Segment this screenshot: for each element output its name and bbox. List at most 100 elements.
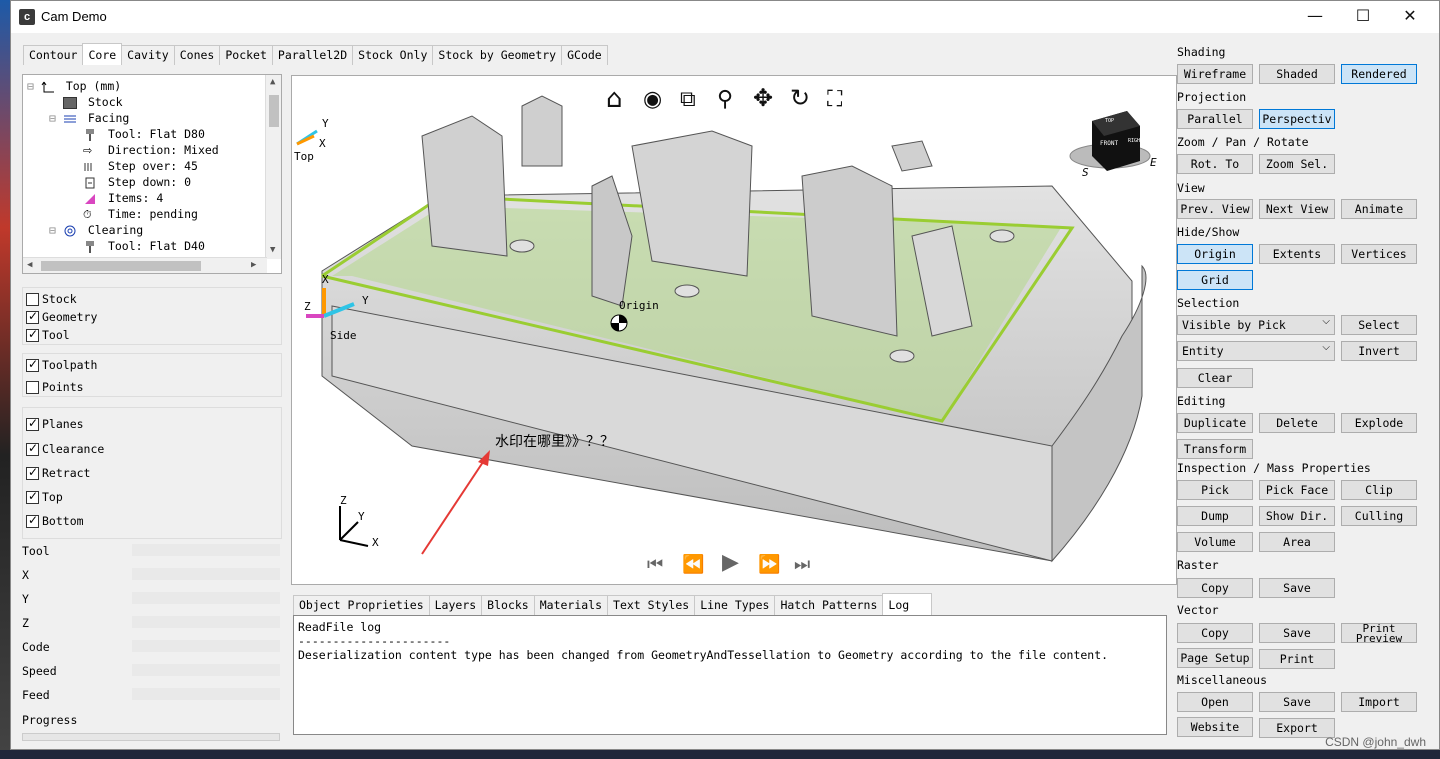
pan-icon[interactable]: ✥ — [753, 84, 773, 112]
tab-cavity[interactable]: Cavity — [121, 45, 175, 65]
vector-save-button[interactable]: Save — [1259, 623, 1335, 643]
operation-tree[interactable]: ⊟ Top (mm) Stock ⊟ Facing Tool: Flat D80… — [22, 74, 282, 274]
checkbox-box[interactable] — [26, 513, 39, 528]
checkbox-box[interactable] — [26, 465, 39, 480]
invert-button[interactable]: Invert — [1341, 341, 1417, 361]
website-button[interactable]: Website — [1177, 717, 1253, 737]
vector-copy-button[interactable]: Copy — [1177, 623, 1253, 643]
select-button[interactable]: Select — [1341, 315, 1417, 335]
checkbox-box[interactable] — [26, 489, 39, 504]
tab-parallel2d[interactable]: Parallel2D — [271, 45, 354, 65]
checkbox-box[interactable] — [26, 441, 39, 456]
tree-horizontal-scrollbar[interactable]: ◀ ▶ — [23, 257, 267, 273]
checkbox-points[interactable]: Points — [26, 379, 84, 395]
export-button[interactable]: Export — [1259, 718, 1335, 738]
tab-contour[interactable]: Contour — [23, 45, 84, 65]
tab-log[interactable]: Log — [882, 593, 933, 615]
eye-icon[interactable]: ◉ — [643, 87, 662, 112]
culling-button[interactable]: Culling — [1341, 506, 1417, 526]
tab-hatch-patterns[interactable]: Hatch Patterns — [774, 595, 884, 615]
tab-text-styles[interactable]: Text Styles — [607, 595, 696, 615]
duplicate-button[interactable]: Duplicate — [1177, 413, 1253, 433]
checkbox-box[interactable] — [26, 327, 39, 342]
tree-item-step-over[interactable]: Step over: 45 — [83, 159, 198, 174]
tab-materials[interactable]: Materials — [533, 595, 609, 615]
checkbox-box[interactable] — [26, 292, 39, 306]
tree-item-tool-d40[interactable]: Tool: Flat D40 — [83, 239, 205, 254]
raster-copy-button[interactable]: Copy — [1177, 578, 1253, 598]
log-output[interactable]: ReadFile log ---------------------- Dese… — [293, 615, 1167, 735]
scroll-down-icon[interactable]: ▼ — [270, 245, 275, 255]
maximize-button[interactable]: ☐ — [1340, 1, 1386, 33]
play-button[interactable]: ▶ — [722, 550, 739, 575]
prev-view-button[interactable]: Prev. View — [1177, 199, 1253, 219]
3d-viewport[interactable]: ⌂ ◉ ⧉ ⚲ ✥ ↻ ⛶ Y X Top X Y Z Side Origin … — [291, 75, 1177, 585]
checkbox-box[interactable] — [26, 357, 39, 372]
tree-vertical-scrollbar[interactable]: ▲ ▼ — [265, 75, 281, 259]
tree-item-stock[interactable]: Stock — [63, 95, 123, 110]
rotate-icon[interactable]: ↻ — [790, 84, 810, 112]
scroll-left-icon[interactable]: ◀ — [27, 260, 32, 270]
zoom-window-icon[interactable]: ⧉ — [680, 87, 696, 112]
selection-filter-dropdown[interactable]: Entity ⌵ — [1177, 341, 1335, 361]
tree-item-time[interactable]: ⏱ Time: pending — [83, 207, 198, 222]
import-button[interactable]: Import — [1341, 692, 1417, 712]
page-setup-button[interactable]: Page Setup — [1177, 648, 1253, 668]
tab-pocket[interactable]: Pocket — [219, 45, 273, 65]
minimize-button[interactable]: — — [1292, 1, 1338, 33]
tree-item-tool-d80[interactable]: Tool: Flat D80 — [83, 127, 205, 142]
open-button[interactable]: Open — [1177, 692, 1253, 712]
first-frame-button[interactable]: ⏮ — [647, 554, 663, 575]
checkbox-stock[interactable]: Stock — [26, 291, 77, 307]
checkbox-toolpath[interactable]: Toolpath — [26, 357, 97, 373]
tab-blocks[interactable]: Blocks — [481, 595, 535, 615]
pick-face-button[interactable]: Pick Face — [1259, 480, 1335, 500]
checkbox-retract[interactable]: Retract — [26, 465, 90, 481]
checkbox-box[interactable] — [26, 416, 39, 431]
checkbox-box[interactable] — [26, 380, 39, 394]
scroll-up-icon[interactable]: ▲ — [270, 77, 275, 87]
tab-object-proprieties[interactable]: Object Proprieties — [293, 595, 430, 615]
tree-item-step-down[interactable]: Step down: 0 — [83, 175, 191, 190]
tree-item-items[interactable]: Items: 4 — [83, 191, 163, 206]
origin-button[interactable]: Origin — [1177, 244, 1253, 264]
tree-item-direction[interactable]: ⇨ Direction: Mixed — [83, 143, 219, 158]
checkbox-tool[interactable]: Tool — [26, 327, 70, 343]
close-button[interactable]: ✕ — [1387, 1, 1433, 33]
checkbox-clearance[interactable]: Clearance — [26, 441, 104, 457]
tree-item-top[interactable]: ⊟ Top (mm) — [27, 79, 121, 94]
zoom-sel-button[interactable]: Zoom Sel. — [1259, 154, 1335, 174]
zoom-icon[interactable]: ⚲ — [717, 87, 733, 112]
explode-button[interactable]: Explode — [1341, 413, 1417, 433]
extents-button[interactable]: Extents — [1259, 244, 1335, 264]
last-frame-button[interactable]: ⏭ — [794, 554, 810, 575]
volume-button[interactable]: Volume — [1177, 532, 1253, 552]
tree-item-clearing[interactable]: ⊟ Clearing — [49, 223, 143, 238]
checkbox-planes[interactable]: Planes — [26, 416, 84, 432]
misc-save-button[interactable]: Save — [1259, 692, 1335, 712]
checkbox-box[interactable] — [26, 309, 39, 324]
rewind-button[interactable]: ⏪ — [682, 554, 704, 575]
scroll-thumb[interactable] — [41, 261, 201, 271]
clip-button[interactable]: Clip — [1341, 480, 1417, 500]
wireframe-button[interactable]: Wireframe — [1177, 64, 1253, 84]
rendered-button[interactable]: Rendered — [1341, 64, 1417, 84]
fit-screen-icon[interactable]: ⛶ — [827, 87, 842, 112]
rot-to-button[interactable]: Rot. To — [1177, 154, 1253, 174]
print-preview-button[interactable]: Print Preview — [1341, 623, 1417, 643]
fast-forward-button[interactable]: ⏩ — [758, 554, 780, 575]
home-icon[interactable]: ⌂ — [606, 84, 623, 114]
animate-button[interactable]: Animate — [1341, 199, 1417, 219]
tab-layers[interactable]: Layers — [428, 595, 483, 615]
perspective-button[interactable]: Perspectiv — [1259, 109, 1335, 129]
tab-stock-only[interactable]: Stock Only — [352, 45, 434, 65]
checkbox-geometry[interactable]: Geometry — [26, 309, 97, 325]
grid-button[interactable]: Grid — [1177, 270, 1253, 290]
scroll-right-icon[interactable]: ▶ — [251, 260, 256, 270]
checkbox-top[interactable]: Top — [26, 489, 63, 505]
tab-core[interactable]: Core — [82, 43, 123, 65]
show-dir-button[interactable]: Show Dir. — [1259, 506, 1335, 526]
checkbox-bottom[interactable]: Bottom — [26, 513, 84, 529]
tab-cones[interactable]: Cones — [173, 45, 221, 65]
area-button[interactable]: Area — [1259, 532, 1335, 552]
